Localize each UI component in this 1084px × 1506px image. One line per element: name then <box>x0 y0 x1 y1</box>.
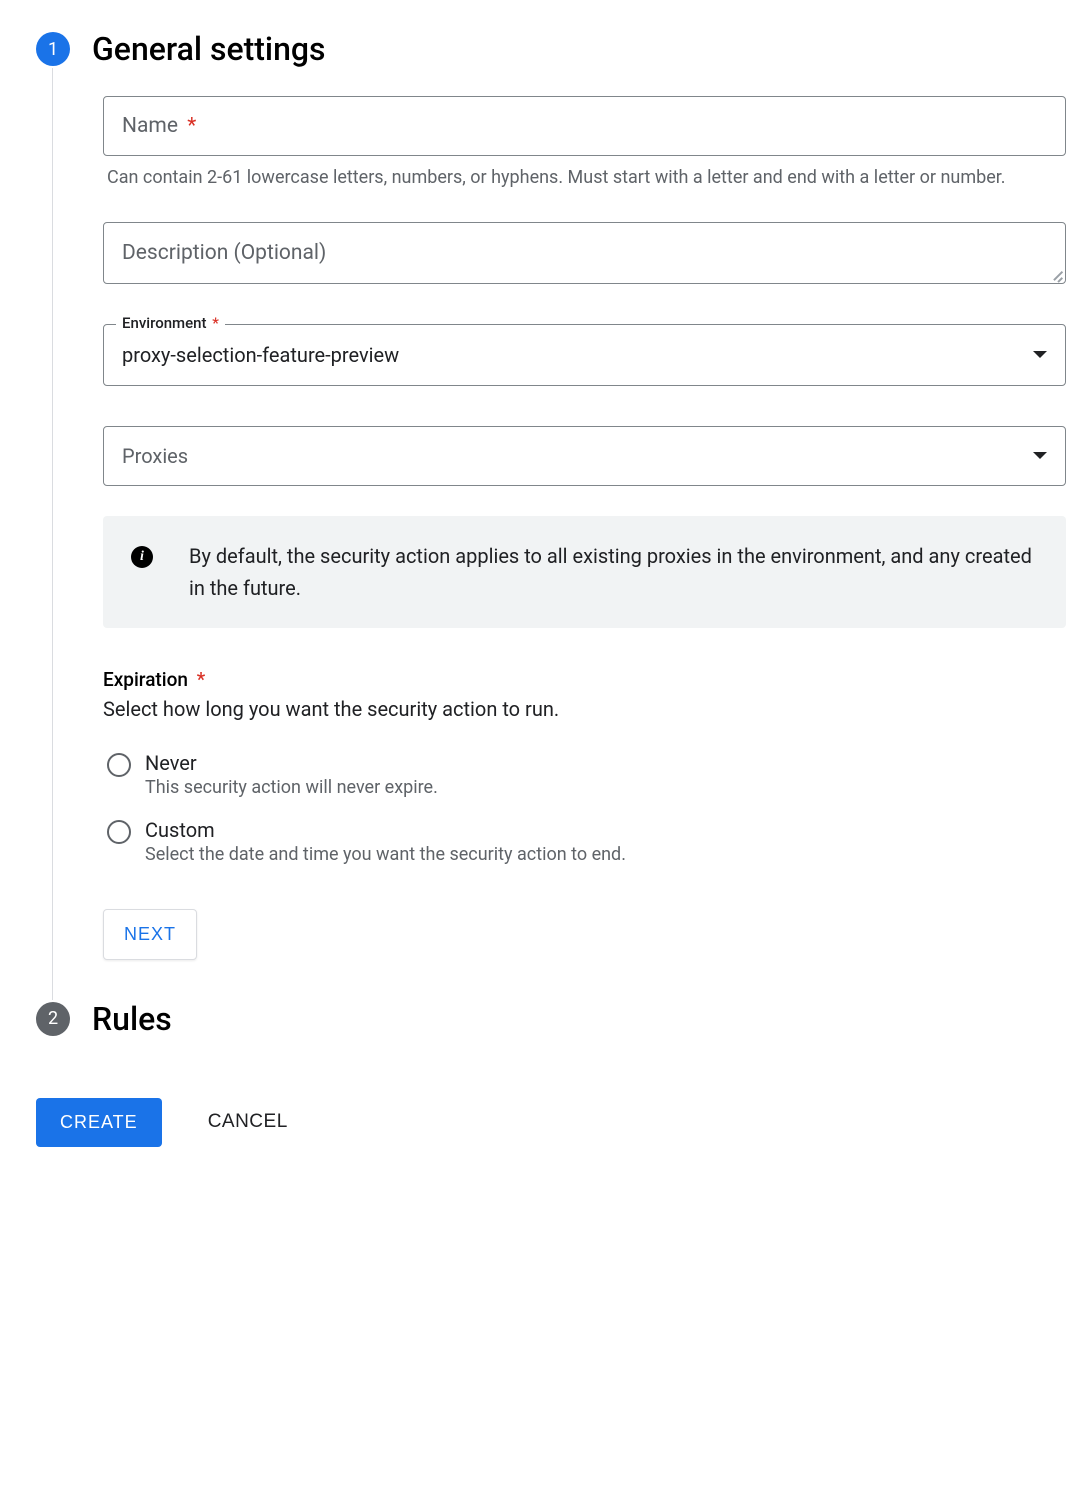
radio-icon <box>107 753 131 777</box>
chevron-down-icon <box>1033 351 1047 358</box>
environment-label: Environment <box>122 314 207 332</box>
name-input[interactable]: Name * <box>103 96 1066 156</box>
step-2-title: Rules <box>92 1000 172 1038</box>
next-button[interactable]: NEXT <box>103 909 197 960</box>
environment-required-asterisk: * <box>212 314 219 332</box>
step-2-circle: 2 <box>36 1002 70 1036</box>
info-banner: i By default, the security action applie… <box>103 516 1066 628</box>
name-hint: Can contain 2-61 lowercase letters, numb… <box>107 164 1062 192</box>
step-1-header: 1 General settings <box>36 30 1044 68</box>
description-textarea[interactable]: Description (Optional) <box>103 222 1066 284</box>
description-placeholder: Description (Optional) <box>122 241 326 265</box>
radio-custom-desc: Select the date and time you want the se… <box>145 844 626 865</box>
radio-option-custom[interactable]: Custom Select the date and time you want… <box>107 818 1066 865</box>
expiration-subtext: Select how long you want the security ac… <box>103 697 1066 721</box>
step-1-circle: 1 <box>36 32 70 66</box>
name-label: Name <box>122 114 178 138</box>
radio-option-never[interactable]: Never This security action will never ex… <box>107 751 1066 798</box>
radio-never-title: Never <box>145 751 438 775</box>
radio-custom-title: Custom <box>145 818 626 842</box>
step-1-body: Name * Can contain 2-61 lowercase letter… <box>52 68 1066 1000</box>
expiration-label: Expiration * <box>103 668 1066 691</box>
step-2-header[interactable]: 2 Rules <box>36 1000 1044 1038</box>
create-button[interactable]: CREATE <box>36 1098 162 1147</box>
environment-select[interactable]: Environment * proxy-selection-feature-pr… <box>103 324 1066 386</box>
info-text: By default, the security action applies … <box>189 540 1038 604</box>
name-required-asterisk: * <box>187 114 196 138</box>
footer-actions: CREATE CANCEL <box>36 1098 1044 1147</box>
info-icon: i <box>131 546 153 568</box>
chevron-down-icon <box>1033 452 1047 459</box>
resize-handle-icon[interactable] <box>1050 268 1062 280</box>
radio-never-desc: This security action will never expire. <box>145 777 438 798</box>
radio-icon <box>107 820 131 844</box>
environment-value: proxy-selection-feature-preview <box>122 343 1033 367</box>
proxies-select[interactable]: Proxies <box>103 426 1066 486</box>
expiration-required-asterisk: * <box>197 668 205 691</box>
step-1-title: General settings <box>92 30 326 68</box>
cancel-button[interactable]: CANCEL <box>202 1110 294 1134</box>
proxies-placeholder: Proxies <box>122 444 1033 468</box>
